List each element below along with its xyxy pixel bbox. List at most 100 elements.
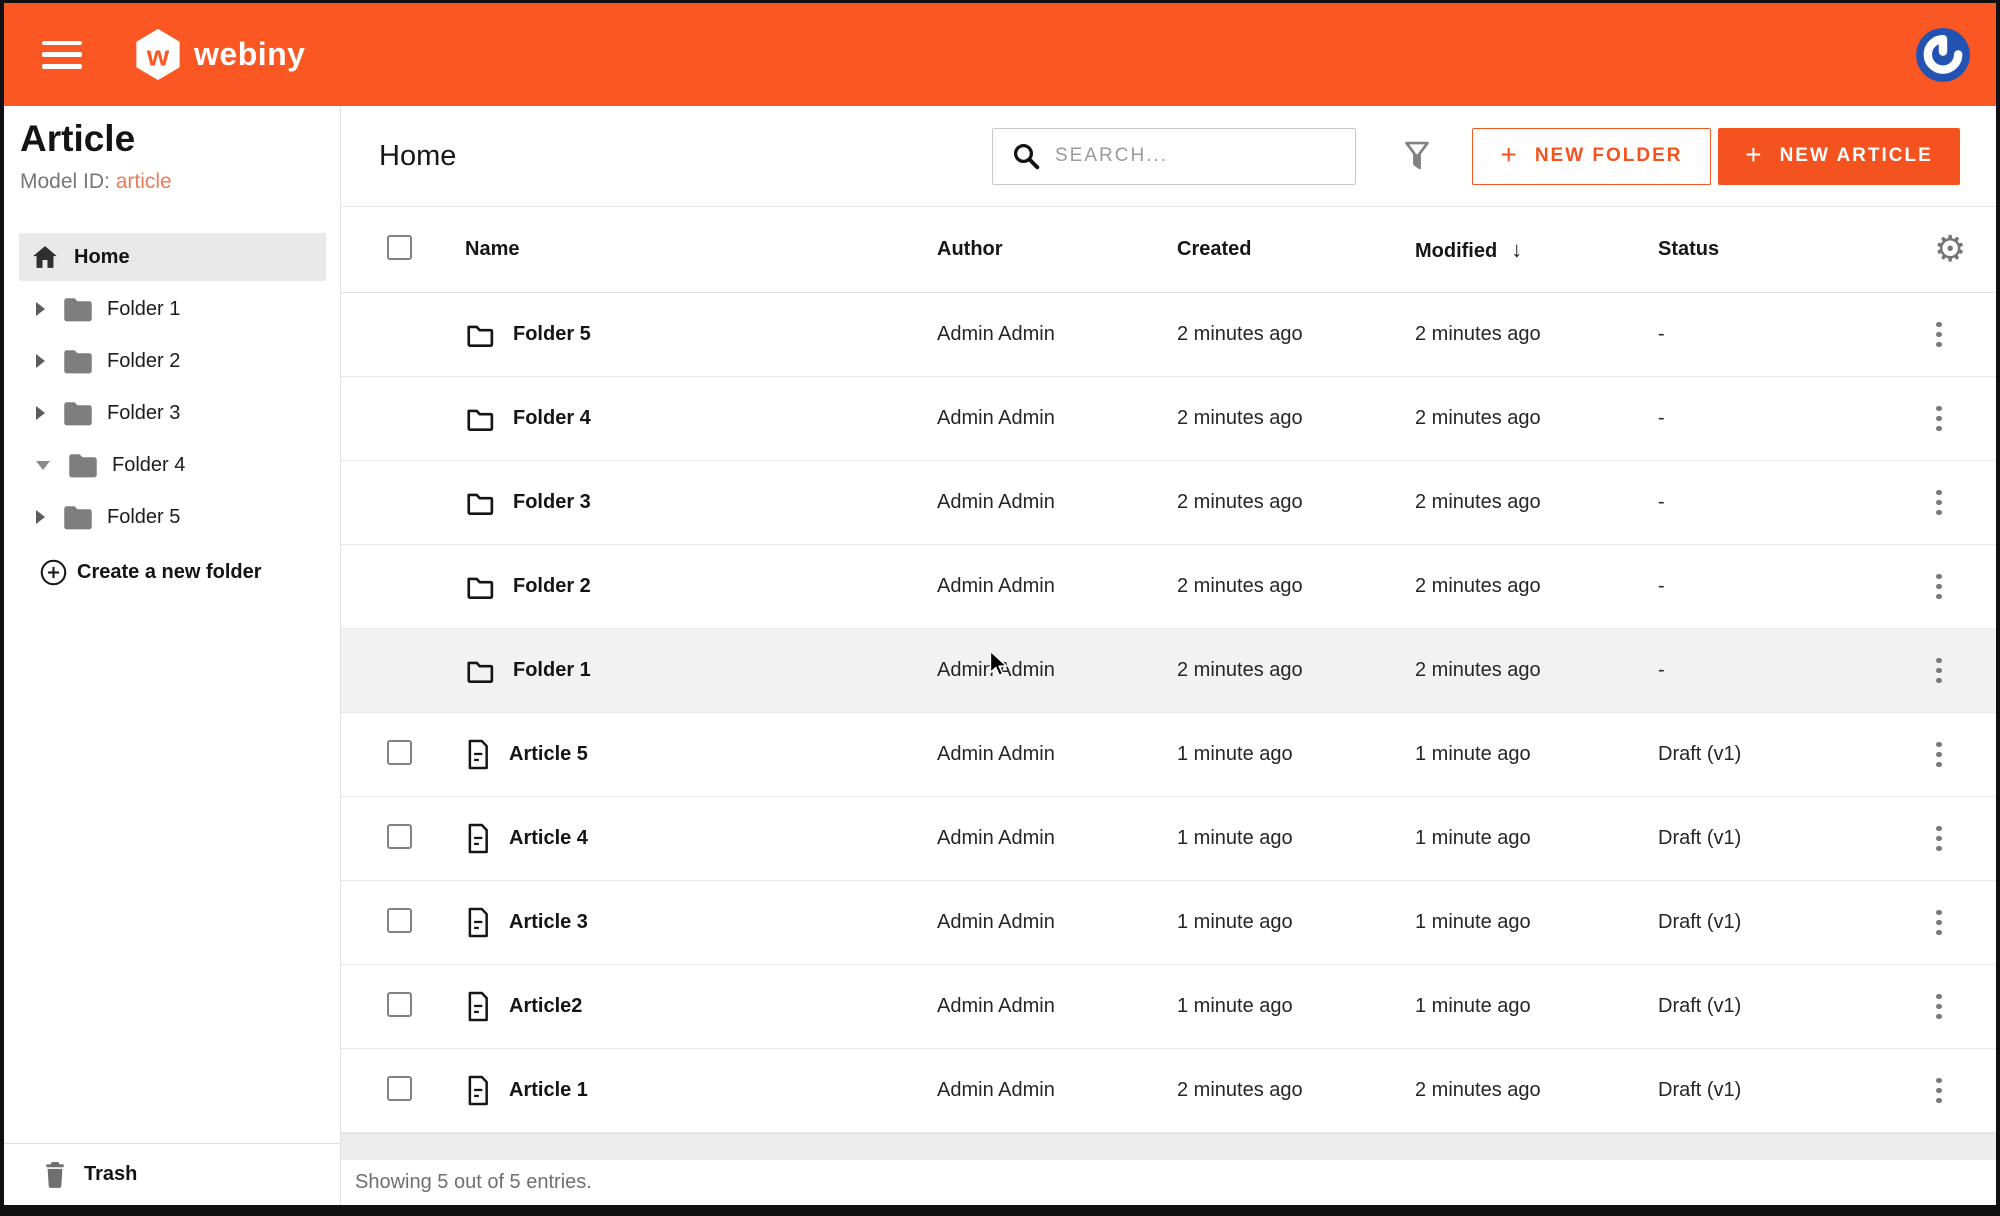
- table-row[interactable]: Article2 Admin Admin 1 minute ago 1 minu…: [341, 965, 1996, 1049]
- sidebar-item-label: Home: [74, 246, 130, 269]
- folder-icon: [465, 489, 495, 517]
- row-name[interactable]: Folder 5: [513, 323, 591, 346]
- column-header-status[interactable]: Status: [1658, 238, 1914, 261]
- row-checkbox[interactable]: [387, 908, 412, 933]
- caret-icon[interactable]: [36, 354, 45, 368]
- row-menu-button[interactable]: [1928, 650, 1950, 692]
- column-header-name[interactable]: Name: [465, 238, 937, 261]
- row-created: 2 minutes ago: [1177, 407, 1415, 430]
- row-menu-button[interactable]: [1928, 734, 1950, 776]
- row-checkbox[interactable]: [387, 740, 412, 765]
- table-row[interactable]: Article 4 Admin Admin 1 minute ago 1 min…: [341, 797, 1996, 881]
- row-modified: 2 minutes ago: [1415, 323, 1658, 346]
- row-name[interactable]: Article 1: [509, 1079, 588, 1102]
- horizontal-scrollbar-track[interactable]: [341, 1133, 1996, 1160]
- row-modified: 2 minutes ago: [1415, 407, 1658, 430]
- row-status: Draft (v1): [1658, 1079, 1914, 1102]
- column-header-created[interactable]: Created: [1177, 238, 1415, 261]
- row-author: Admin Admin: [937, 575, 1177, 598]
- menu-icon[interactable]: [42, 41, 82, 69]
- row-name[interactable]: Article 5: [509, 743, 588, 766]
- sidebar-folder-item[interactable]: Folder 2: [4, 335, 340, 387]
- row-modified: 1 minute ago: [1415, 827, 1658, 850]
- row-checkbox[interactable]: [387, 992, 412, 1017]
- row-author: Admin Admin: [937, 491, 1177, 514]
- row-menu-button[interactable]: [1928, 902, 1950, 944]
- document-icon: [465, 991, 491, 1022]
- sidebar-item-home[interactable]: Home: [19, 233, 326, 281]
- row-checkbox[interactable]: [387, 824, 412, 849]
- create-folder-button[interactable]: Create a new folder: [4, 547, 340, 597]
- folder-icon: [465, 657, 495, 685]
- folder-icon: [465, 573, 495, 601]
- column-header-modified[interactable]: Modified↓: [1415, 237, 1658, 263]
- caret-icon[interactable]: [36, 406, 45, 420]
- row-modified: 2 minutes ago: [1415, 1079, 1658, 1102]
- caret-icon[interactable]: [36, 302, 45, 316]
- row-name[interactable]: Folder 1: [513, 659, 591, 682]
- filter-button[interactable]: [1402, 140, 1432, 172]
- folder-icon: [63, 349, 93, 374]
- row-menu-button[interactable]: [1928, 398, 1950, 440]
- table-row[interactable]: Folder 1 Admin Admin 2 minutes ago 2 min…: [341, 629, 1996, 713]
- webiny-logo[interactable]: w webiny: [134, 28, 305, 81]
- filter-funnel-icon: [1402, 140, 1432, 172]
- row-status: Draft (v1): [1658, 995, 1914, 1018]
- row-menu-button[interactable]: [1928, 314, 1950, 356]
- row-menu-button[interactable]: [1928, 566, 1950, 608]
- model-title: Article: [20, 118, 324, 160]
- row-checkbox[interactable]: [387, 1076, 412, 1101]
- row-status: Draft (v1): [1658, 827, 1914, 850]
- folder-icon: [63, 505, 93, 530]
- sidebar-folder-item[interactable]: Folder 1: [4, 283, 340, 335]
- sidebar-folder-item[interactable]: Folder 5: [4, 491, 340, 543]
- select-all-checkbox[interactable]: [387, 235, 412, 260]
- row-created: 2 minutes ago: [1177, 659, 1415, 682]
- document-icon: [465, 739, 491, 770]
- folder-icon: [68, 453, 98, 478]
- table-row[interactable]: Folder 5 Admin Admin 2 minutes ago 2 min…: [341, 293, 1996, 377]
- table-footer: Showing 5 out of 5 entries.: [341, 1160, 1996, 1205]
- row-name[interactable]: Article 3: [509, 911, 588, 934]
- row-modified: 2 minutes ago: [1415, 659, 1658, 682]
- table-row[interactable]: Article 3 Admin Admin 1 minute ago 1 min…: [341, 881, 1996, 965]
- new-folder-label: NEW FOLDER: [1535, 145, 1683, 167]
- webiny-hexagon-icon: w: [134, 28, 182, 81]
- caret-icon[interactable]: [36, 461, 50, 470]
- sidebar-folder-item[interactable]: Folder 4: [4, 439, 340, 491]
- row-status: Draft (v1): [1658, 911, 1914, 934]
- row-menu-button[interactable]: [1928, 986, 1950, 1028]
- table-row[interactable]: Folder 4 Admin Admin 2 minutes ago 2 min…: [341, 377, 1996, 461]
- row-menu-button[interactable]: [1928, 818, 1950, 860]
- document-icon: [465, 823, 491, 854]
- table-row[interactable]: Article 1 Admin Admin 2 minutes ago 2 mi…: [341, 1049, 1996, 1133]
- column-header-author[interactable]: Author: [937, 238, 1177, 261]
- row-name[interactable]: Article2: [509, 995, 582, 1018]
- row-name[interactable]: Folder 3: [513, 491, 591, 514]
- page-title: Home: [379, 140, 456, 173]
- row-name[interactable]: Folder 4: [513, 407, 591, 430]
- folder-icon: [63, 297, 93, 322]
- table-row[interactable]: Article 5 Admin Admin 1 minute ago 1 min…: [341, 713, 1996, 797]
- row-author: Admin Admin: [937, 743, 1177, 766]
- row-menu-button[interactable]: [1928, 1070, 1950, 1112]
- row-name[interactable]: Folder 2: [513, 575, 591, 598]
- row-created: 1 minute ago: [1177, 743, 1415, 766]
- row-name[interactable]: Article 4: [509, 827, 588, 850]
- caret-icon[interactable]: [36, 510, 45, 524]
- search-box[interactable]: [992, 128, 1356, 185]
- folder-tree: Home Folder 1 Folder 2 Folder 3: [4, 233, 340, 597]
- search-input[interactable]: [1055, 145, 1341, 167]
- table-settings-gear-icon[interactable]: ⚙: [1934, 232, 1966, 268]
- sidebar-folder-item[interactable]: Folder 3: [4, 387, 340, 439]
- trash-label: Trash: [84, 1163, 137, 1186]
- table-row[interactable]: Folder 2 Admin Admin 2 minutes ago 2 min…: [341, 545, 1996, 629]
- row-menu-button[interactable]: [1928, 482, 1950, 524]
- trash-button[interactable]: Trash: [4, 1143, 340, 1205]
- folder-icon: [465, 321, 495, 349]
- row-author: Admin Admin: [937, 911, 1177, 934]
- new-folder-button[interactable]: + NEW FOLDER: [1472, 128, 1711, 185]
- new-article-button[interactable]: + NEW ARTICLE: [1718, 128, 1960, 185]
- table-row[interactable]: Folder 3 Admin Admin 2 minutes ago 2 min…: [341, 461, 1996, 545]
- user-avatar[interactable]: [1916, 28, 1970, 82]
